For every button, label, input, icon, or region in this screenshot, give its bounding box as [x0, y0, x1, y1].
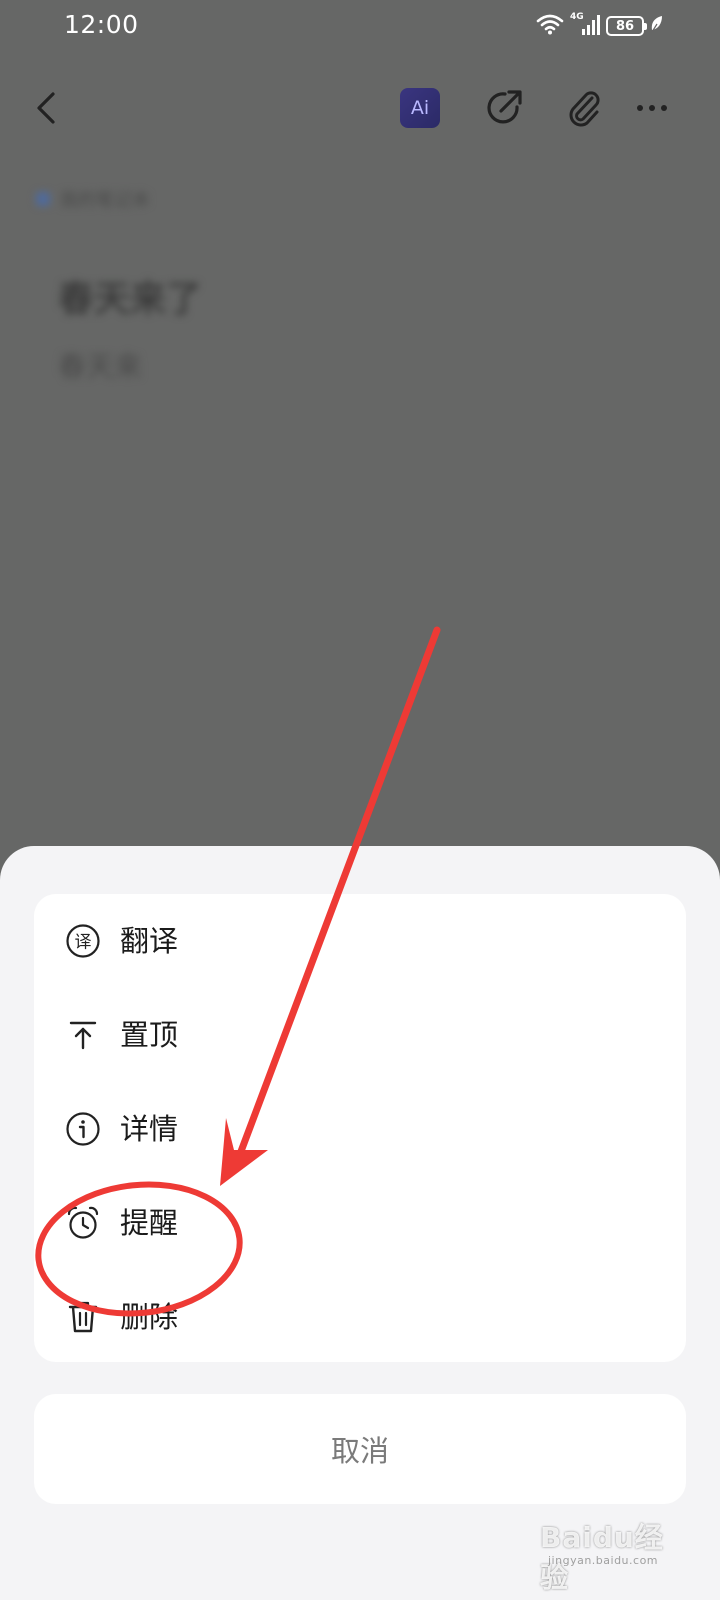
menu-label-pin-top: 置顶 — [120, 1018, 179, 1052]
trash-icon — [64, 1298, 102, 1336]
folder-selector[interactable]: 我的笔记本 — [36, 186, 150, 212]
share-button[interactable] — [480, 84, 528, 132]
paperclip-icon — [569, 91, 600, 127]
info-icon — [64, 1110, 102, 1148]
alarm-clock-icon — [64, 1204, 102, 1242]
svg-text:译: 译 — [75, 933, 92, 953]
battery-icon: 86 — [606, 16, 647, 36]
folder-icon — [36, 192, 50, 206]
menu-item-pin-top[interactable]: 置顶 — [34, 988, 686, 1082]
menu-item-translate[interactable]: 译 翻译 — [34, 894, 686, 988]
action-sheet: 译 翻译 置顶 详情 提醒 删除 取消 — [0, 846, 720, 1600]
note-title[interactable]: 春天来了 — [58, 270, 202, 322]
folder-name: 我的笔记本 — [60, 190, 150, 211]
note-body[interactable]: 春天来 — [58, 345, 142, 385]
leaf-icon — [650, 15, 664, 37]
ai-button[interactable]: Ai — [396, 84, 444, 132]
menu-item-details[interactable]: 详情 — [34, 1082, 686, 1176]
cellular-icon: 4G — [570, 12, 600, 38]
status-icons: 4G 86 — [536, 12, 664, 40]
attachment-button[interactable] — [560, 84, 608, 132]
menu-item-delete[interactable]: 删除 — [34, 1270, 686, 1364]
status-time: 12:00 — [64, 10, 139, 39]
menu-label-delete: 删除 — [120, 1300, 179, 1334]
menu-item-reminder[interactable]: 提醒 — [34, 1176, 686, 1270]
cancel-label: 取消 — [330, 1434, 389, 1468]
more-dots-icon — [637, 105, 667, 111]
action-menu: 译 翻译 置顶 详情 提醒 删除 — [34, 894, 686, 1362]
menu-label-reminder: 提醒 — [120, 1206, 179, 1240]
ai-icon: Ai — [400, 88, 440, 128]
cancel-button[interactable]: 取消 — [34, 1394, 686, 1504]
status-bar: 12:00 4G 86 — [0, 0, 720, 52]
note-toolbar: Ai — [0, 72, 720, 144]
battery-level: 86 — [615, 18, 635, 34]
translate-icon: 译 — [64, 922, 102, 960]
back-button[interactable] — [22, 84, 70, 132]
pin-top-icon — [64, 1016, 102, 1054]
menu-label-details: 详情 — [120, 1112, 179, 1146]
chevron-left-icon — [37, 92, 55, 124]
baidu-watermark: Baidu经验 jingyan.baidu.com — [540, 1516, 680, 1594]
menu-label-translate: 翻译 — [120, 924, 179, 958]
wifi-icon — [536, 13, 564, 39]
share-arrow-icon — [487, 90, 522, 124]
watermark-url: jingyan.baidu.com — [548, 1554, 659, 1567]
more-button[interactable] — [628, 84, 676, 132]
